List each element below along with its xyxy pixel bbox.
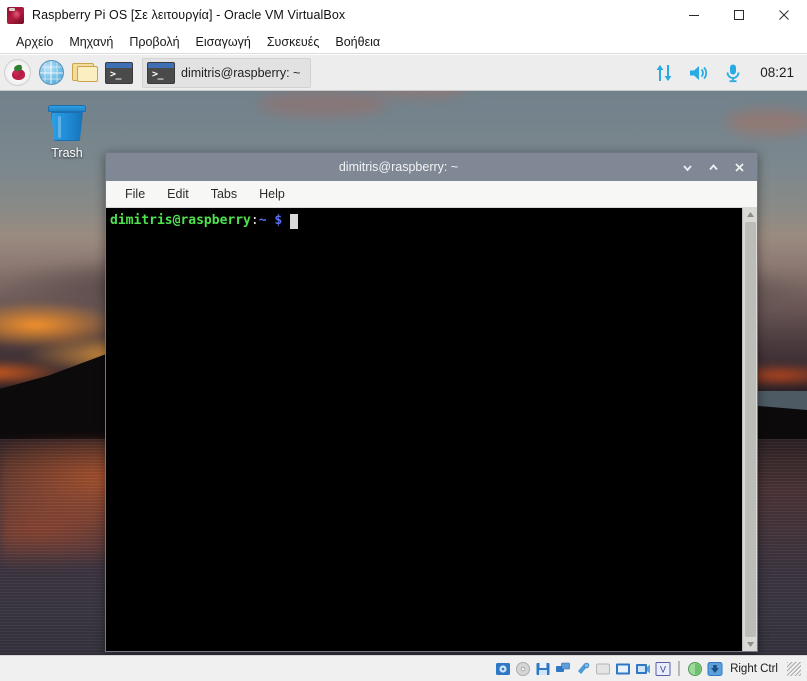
guest-screen: Trash >_ >_ xyxy=(0,55,807,655)
floppy-icon[interactable] xyxy=(535,661,551,677)
menu-item-file[interactable]: Αρχείο xyxy=(8,33,61,51)
menu-item-machine[interactable]: Μηχανή xyxy=(61,33,121,51)
chevron-down-icon[interactable] xyxy=(681,161,694,174)
globe-icon xyxy=(39,60,64,85)
statusbar-separator xyxy=(678,661,680,676)
close-icon[interactable] xyxy=(733,161,746,174)
network-icon[interactable] xyxy=(555,661,571,677)
display-icon[interactable] xyxy=(615,661,631,677)
taskbar-launcher-raspberry-menu[interactable] xyxy=(0,56,34,90)
hard-disk-icon[interactable] xyxy=(495,661,511,677)
desktop-icon-trash[interactable]: Trash xyxy=(36,103,98,160)
menu-item-help[interactable]: Βοήθεια xyxy=(327,33,388,51)
menu-item-input[interactable]: Εισαγωγή xyxy=(188,33,259,51)
terminal-window-title: dimitris@raspberry: ~ xyxy=(116,160,681,174)
taskbar-tray: 08:21 xyxy=(654,63,807,83)
prompt-path: ~ xyxy=(259,213,267,229)
taskbar-window-button-terminal[interactable]: >_ dimitris@raspberry: ~ xyxy=(142,58,311,88)
raspberry-pi-os-icon xyxy=(7,7,24,24)
host-window-title: Raspberry Pi OS [Σε λειτουργία] - Oracle… xyxy=(32,8,345,22)
guest-taskbar: >_ >_ dimitris@raspberry: ~ xyxy=(0,55,807,91)
svg-text:V: V xyxy=(660,664,666,674)
speaker-icon[interactable] xyxy=(688,63,710,83)
cd-icon[interactable] xyxy=(515,661,531,677)
maximize-icon[interactable] xyxy=(716,0,761,31)
prompt-user-host: dimitris@raspberry xyxy=(110,213,251,229)
terminal-prompt-line: dimitris@raspberry:~ $ xyxy=(110,213,742,229)
taskbar-window-button-label: dimitris@raspberry: ~ xyxy=(181,66,300,80)
host-titlebar: Raspberry Pi OS [Σε λειτουργία] - Oracle… xyxy=(0,0,807,31)
wallpaper-cloud-wisp xyxy=(726,109,807,135)
scrollbar-track[interactable] xyxy=(745,222,756,637)
virtualbox-window: Raspberry Pi OS [Σε λειτουργία] - Oracle… xyxy=(0,0,807,681)
folder-icon xyxy=(72,62,99,83)
microphone-icon[interactable] xyxy=(724,63,742,83)
terminal-window: dimitris@raspberry: ~ File Edit Tabs xyxy=(105,152,758,652)
terminal-body: dimitris@raspberry:~ $ xyxy=(106,208,757,651)
taskbar-clock[interactable]: 08:21 xyxy=(760,65,794,80)
menu-item-view[interactable]: Προβολή xyxy=(121,33,187,51)
wallpaper-cloud-wisp xyxy=(258,91,387,117)
desktop-icon-label: Trash xyxy=(51,146,83,160)
resize-grip[interactable] xyxy=(787,662,801,676)
recording-icon[interactable] xyxy=(635,661,651,677)
terminal-cursor xyxy=(290,214,298,229)
vt-x-icon[interactable]: V xyxy=(655,661,671,677)
close-icon[interactable] xyxy=(761,0,807,31)
scroll-up-icon[interactable] xyxy=(743,208,758,221)
trash-bin-icon xyxy=(47,103,87,143)
host-key-label: Right Ctrl xyxy=(730,663,778,675)
terminal-titlebar[interactable]: dimitris@raspberry: ~ xyxy=(106,153,757,181)
taskbar-launcher-terminal[interactable]: >_ xyxy=(102,56,136,90)
terminal-menubar: File Edit Tabs Help xyxy=(106,181,757,208)
minimize-icon[interactable] xyxy=(671,0,716,31)
terminal-window-controls xyxy=(681,161,751,174)
terminal-menu-help[interactable]: Help xyxy=(250,184,294,204)
terminal-icon: >_ xyxy=(147,62,175,84)
taskbar-launcher-file-manager[interactable] xyxy=(68,56,102,90)
prompt-symbol: $ xyxy=(274,213,282,229)
usb-icon[interactable] xyxy=(575,661,591,677)
terminal-screen[interactable]: dimitris@raspberry:~ $ xyxy=(106,208,742,651)
prompt-colon: : xyxy=(251,213,259,229)
terminal-menu-edit[interactable]: Edit xyxy=(158,184,198,204)
scrollbar-thumb[interactable] xyxy=(745,222,756,637)
mouse-icon[interactable] xyxy=(687,661,703,677)
chevron-up-icon[interactable] xyxy=(707,161,720,174)
taskbar-launcher-web-browser[interactable] xyxy=(34,56,68,90)
host-window-controls xyxy=(671,0,807,31)
terminal-icon: >_ xyxy=(105,62,133,84)
network-updown-arrows-icon[interactable] xyxy=(654,63,674,83)
menu-item-devices[interactable]: Συσκευές xyxy=(259,33,328,51)
terminal-menu-tabs[interactable]: Tabs xyxy=(202,184,246,204)
terminal-scrollbar[interactable] xyxy=(742,208,757,651)
shared-folder-icon[interactable] xyxy=(595,661,611,677)
terminal-menu-file[interactable]: File xyxy=(116,184,154,204)
host-statusbar: V Right Ctrl xyxy=(0,655,807,681)
scroll-down-icon[interactable] xyxy=(743,638,758,651)
raspberry-logo-icon xyxy=(4,59,31,86)
keyboard-icon[interactable] xyxy=(707,661,723,677)
host-menubar: Αρχείο Μηχανή Προβολή Εισαγωγή Συσκευές … xyxy=(0,31,807,54)
